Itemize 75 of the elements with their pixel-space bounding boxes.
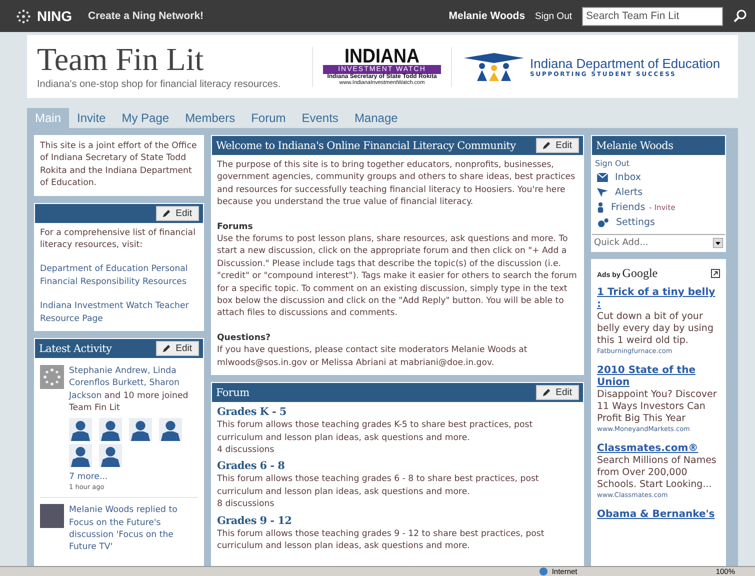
ad-title-link[interactable]: Classmates.com®	[597, 443, 720, 455]
sign-out-link[interactable]: Sign Out	[595, 159, 722, 168]
ning-logo-icon[interactable]	[16, 8, 31, 24]
forum-description: This forum allows those teaching grades K-5 to share best practices, post curriculum and lesson plan ideas, ask questions and more.	[217, 419, 534, 444]
person-icon[interactable]	[597, 202, 604, 213]
ad-title-link[interactable]: 1 Trick of a tiny belly :	[597, 287, 720, 311]
forum-title-link[interactable]: Grades K - 5	[217, 406, 578, 418]
discussion-count: 8 discussions	[217, 498, 276, 511]
activity-text[interactable]: Melanie Woods replied to Focus on the Future's discussion 'Focus on the Future TV'	[69, 504, 198, 554]
site-tagline: Indiana's one-stop shop for financial literacy resources.	[37, 79, 282, 90]
nav-tab[interactable]: Invite	[69, 108, 114, 128]
module-title: Melanie Woods	[596, 140, 674, 152]
discussion-count: 4 discussions	[217, 444, 276, 456]
ning-logo[interactable]: NING	[37, 8, 72, 24]
edit-button[interactable]: Edit	[156, 206, 199, 221]
network-logo-icon[interactable]	[40, 365, 64, 390]
search-field[interactable]: Search Team Fin Lit	[582, 6, 723, 26]
member-avatar-icon[interactable]	[69, 444, 92, 467]
section-heading: Forums	[217, 220, 254, 234]
edit-button[interactable]: Edit	[536, 385, 579, 400]
about-text: This site is a joint effort of the Office of Indiana Secretary of State Todd Rokita and the Indiana Department of Education.	[40, 140, 198, 190]
module-title: Forum	[216, 386, 250, 399]
module-title: Welcome to Indiana's Online Financial Literacy Community	[216, 140, 516, 152]
paragraph: If you have questions, please contact site moderators Melanie Woods at mlwoods@sos.in.gov or Melissa Abriani at mabriani@doe.in.gov.	[217, 344, 528, 370]
forum-description: This forum allows those teaching grades 9 - 12 to share best practices, post curriculum and lesson plan ideas, ask questions and more.	[217, 528, 546, 552]
member-avatar-icon[interactable]	[99, 444, 122, 467]
nav-tab[interactable]: Members	[177, 108, 244, 128]
nav-tab[interactable]: Events	[294, 108, 346, 128]
member-avatar-icon[interactable]	[69, 418, 92, 441]
user-menu-link[interactable]: Alerts	[615, 187, 643, 198]
nav-tab[interactable]: Manage	[346, 108, 406, 128]
logo-wordmark: Indiana Department of Education	[530, 56, 720, 70]
nav-tab[interactable]: Forum	[243, 108, 294, 128]
user-name-link[interactable]: Melanie Woods	[448, 10, 526, 22]
resource-link[interactable]: Indiana Investment Watch Teacher Resource Page	[40, 300, 198, 326]
activity-text: Stephanie Andrew, Linda Corenflos Burkett, Sharon Jackson and 10 more joined Team Fin Lit	[69, 365, 190, 415]
logo-wordmark: INDIANA	[344, 46, 420, 66]
search-icon[interactable]	[733, 9, 747, 23]
forum-description: This forum allows those teaching grades 6 - 8 to share best practices, post curriculum and lesson plan ideas, ask questions and more.	[217, 473, 540, 498]
forum-title-link[interactable]: Grades 9 - 12	[217, 514, 578, 527]
member-avatar-icon[interactable]	[99, 418, 122, 441]
dropdown-caret-icon[interactable]	[713, 238, 723, 248]
ad-title-link[interactable]: Obama & Bernanke's	[597, 509, 720, 521]
member-avatar-icon[interactable]	[159, 418, 182, 441]
nav-tab[interactable]: My Page	[114, 108, 178, 128]
more-members-link[interactable]: 7 more...	[69, 470, 199, 484]
pencil-icon	[542, 388, 551, 398]
ad-title-link[interactable]: 2010 State of the Union	[597, 365, 720, 389]
pencil-icon	[162, 208, 171, 218]
photo-placeholder[interactable]	[40, 504, 64, 528]
section-heading: Questions?	[217, 332, 272, 344]
globe-icon	[538, 567, 548, 576]
user-menu-link[interactable]: Settings	[616, 217, 655, 228]
ad-text: Cut down a bit of your belly every day by using this 1 weird old tip.	[597, 311, 714, 347]
external-link-icon[interactable]	[711, 269, 720, 278]
edit-button[interactable]: Edit	[156, 341, 199, 356]
pencil-icon	[162, 344, 171, 354]
resource-link[interactable]: Department of Education Personal Financial Responsibility Resources	[40, 263, 198, 288]
user-menu-link[interactable]: Inbox	[615, 172, 641, 183]
pencil-icon	[542, 141, 551, 150]
user-menu-link[interactable]: Friends	[611, 202, 646, 213]
quick-add-dropdown[interactable]: Quick Add...	[592, 234, 725, 251]
ad-text: Disappoint You? Discover 11 Ways Investors Can Profit Big This Year	[597, 389, 718, 425]
paragraph: The purpose of this site is to bring together educators, nonprofits, businesses, government agencies, community groups and others to share ideas, best practices and resources for successfully teaching financial literacy to Hoosiers. You're here because you understand the true value of financial literacy.	[217, 159, 576, 209]
module-title: Latest Activity	[39, 342, 112, 355]
envelope-icon[interactable]	[597, 173, 608, 182]
resources-intro: For a comprehensive list of financial literacy resources, visit:	[40, 226, 196, 252]
forum-title-link[interactable]: Grades 6 - 8	[217, 460, 578, 472]
sign-out-link[interactable]: Sign Out	[535, 10, 572, 22]
create-network-link[interactable]: Create a Ning Network!	[88, 10, 204, 22]
ad-text: Search Millions of Names from Over 200,000 Schools. Start Looking...	[597, 455, 718, 491]
paragraph: Use the forums to post lesson plans, share resources, ask questions and more. To start a new discussion, click on the appropriate forum and then click on "+ Add a Discussion." Please include tags that describe the topic(s) of the discussion (i.e. "credit" or "compound interest"). Tags make it easier for others to search the forum for a specific topic. To comment on an existing discussion, simply type in the text box below the discussion and click on the "Add Reply" button. You will be able to attach files to discussions and comments.	[217, 233, 578, 320]
member-avatar-icon[interactable]	[129, 418, 152, 441]
site-title[interactable]: Team Fin Lit	[37, 43, 302, 75]
edit-button[interactable]: Edit	[536, 138, 579, 153]
